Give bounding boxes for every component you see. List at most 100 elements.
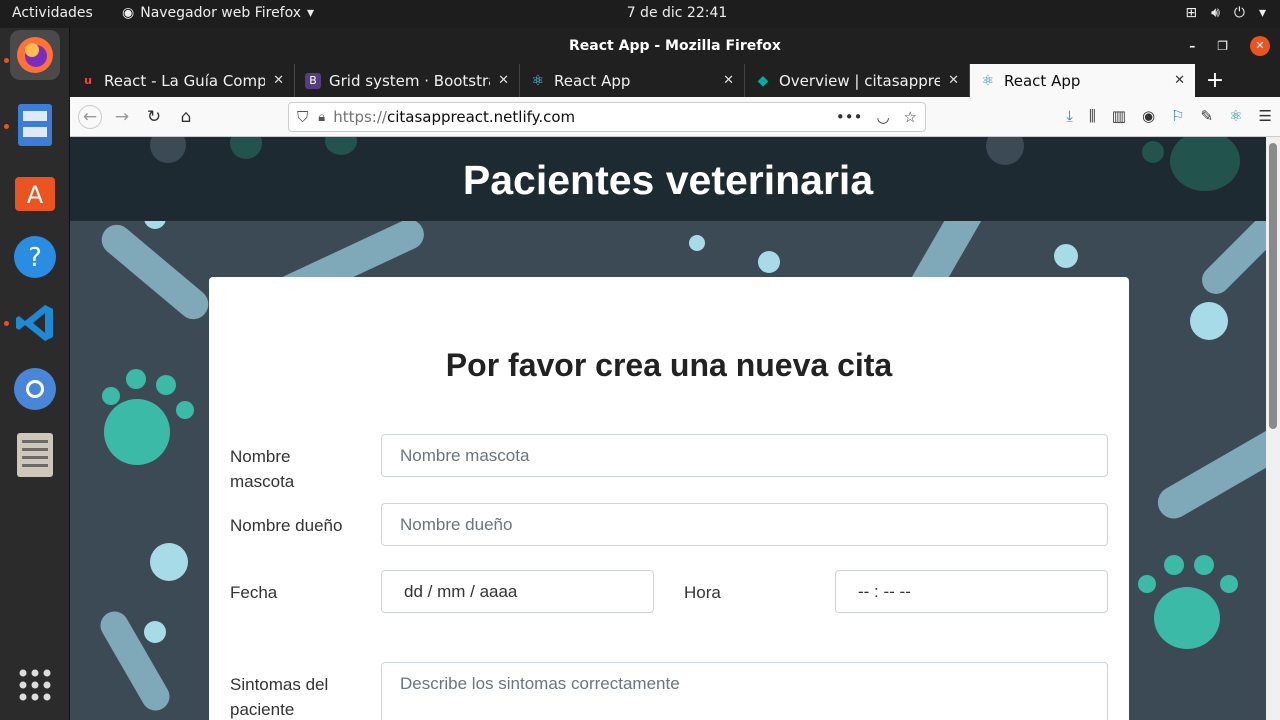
tab-react-app[interactable]: ⚛ React App ✕ [520, 64, 745, 97]
page-title: Pacientes veterinaria [462, 157, 874, 203]
show-applications-button[interactable] [10, 660, 60, 710]
bookmark-star-icon[interactable]: ☆ [904, 108, 917, 126]
close-icon[interactable]: ✕ [1250, 36, 1270, 56]
react-icon: ⚛ [981, 72, 995, 89]
tab-label: React App [554, 71, 631, 90]
minimize-icon[interactable]: – [1189, 28, 1195, 64]
lock-icon[interactable]: 🔒︎ [318, 110, 325, 125]
navigation-toolbar: ← → ↻ ⌂ ⛉ 🔒︎ https:// citasappreact.netl… [70, 97, 1280, 137]
symptoms-textarea[interactable]: Describe los sintomas correctamente [381, 662, 1108, 720]
dock-vscode[interactable] [10, 298, 60, 348]
dot-decoration [689, 235, 705, 251]
scrollbar-thumb[interactable] [1269, 143, 1277, 429]
tab-netlify-overview[interactable]: ◆ Overview | citasappreact ✕ [745, 64, 970, 97]
tab-react-app-active[interactable]: ⚛ React App ✕ [970, 64, 1195, 97]
pet-name-input[interactable]: Nombre mascota [381, 434, 1108, 477]
react-icon: ⚛ [531, 72, 545, 89]
date-input[interactable]: dd / mm / aaaa [381, 570, 654, 613]
page-scrollbar[interactable] [1266, 137, 1280, 720]
text-editor-icon [17, 433, 53, 477]
running-indicator [4, 124, 9, 129]
file-cabinet-icon [18, 104, 52, 146]
new-tab-button[interactable]: + [1195, 64, 1235, 97]
close-tab-icon[interactable]: ✕ [723, 73, 734, 88]
svg-text:?: ? [28, 243, 42, 273]
home-icon[interactable]: ⌂ [174, 105, 198, 129]
eyedropper-icon[interactable]: ✎ [1201, 107, 1214, 125]
dock-software[interactable]: A [10, 166, 60, 216]
bone-decoration [95, 606, 175, 716]
system-tray[interactable]: ⊞ 🔊︎ ⏻ ▾ [1185, 5, 1266, 21]
page-header: Pacientes veterinaria [70, 137, 1266, 221]
pocket-icon[interactable]: ◡ [876, 108, 889, 126]
netlify-icon: ◆ [757, 72, 769, 89]
firefox-window: React App - Mozilla Firefox – ❐ ✕ u Reac… [70, 28, 1280, 720]
forward-icon[interactable]: → [110, 105, 134, 129]
form-title: Por favor crea una nueva cita [445, 347, 893, 383]
dock-files[interactable] [10, 100, 60, 150]
app-grid-icon [19, 669, 51, 701]
volume-icon: 🔊︎ [1211, 5, 1220, 21]
software-center-icon: A [15, 177, 55, 211]
clock[interactable]: 7 de dic 22:41 [0, 5, 1280, 21]
back-icon[interactable]: ← [78, 105, 102, 129]
running-indicator [4, 58, 9, 63]
owner-name-label: Nombre dueño [230, 516, 343, 535]
close-tab-icon[interactable]: ✕ [948, 73, 959, 88]
appointment-form-card: Por favor crea una nueva cita Nombre mas… [209, 277, 1129, 720]
bone-decoration [95, 218, 215, 326]
url-bar[interactable]: ⛉ 🔒︎ https:// citasappreact.netlify.com … [288, 102, 926, 132]
bootstrap-icon: B [305, 72, 321, 89]
symptoms-label: Sintomas del paciente [230, 675, 329, 719]
close-tab-icon[interactable]: ✕ [273, 73, 284, 88]
udemy-icon: u [84, 74, 92, 87]
tab-react-guia[interactable]: u React - La Guía Completa ✕ [70, 64, 295, 97]
react-devtools-icon[interactable]: ⚛ [1229, 107, 1242, 125]
power-icon: ⏻ [1233, 5, 1245, 21]
dock-firefox[interactable] [10, 30, 60, 80]
dot-decoration [1190, 302, 1228, 340]
paw-decoration [230, 137, 262, 159]
tab-label: Grid system · Bootstrap [329, 71, 491, 90]
sidebar-icon[interactable]: ▥ [1112, 107, 1126, 125]
owner-name-input[interactable]: Nombre dueño [381, 503, 1108, 546]
dot-decoration [150, 543, 188, 581]
translate-icon[interactable]: ⚐ [1171, 107, 1184, 125]
help-icon: ? [14, 236, 56, 278]
page-viewport: Pacientes veterinaria Por favor crea una… [70, 137, 1266, 720]
close-tab-icon[interactable]: ✕ [1174, 73, 1185, 88]
chevron-down-icon: ▾ [1258, 5, 1266, 21]
tab-label: Overview | citasappreact [779, 71, 940, 90]
dock-help[interactable]: ? [10, 232, 60, 282]
dot-decoration [144, 621, 166, 643]
svg-text:A: A [27, 181, 44, 209]
dot-decoration [758, 251, 780, 273]
bone-decoration [1152, 421, 1266, 525]
dock-text-editor[interactable] [10, 430, 60, 480]
dock-chromium[interactable] [10, 364, 60, 414]
maximize-icon[interactable]: ❐ [1217, 28, 1228, 64]
window-titlebar[interactable]: React App - Mozilla Firefox – ❐ ✕ [70, 28, 1280, 64]
dock: A ? [0, 28, 70, 720]
pet-name-label: Nombre mascota [230, 447, 295, 491]
library-icon[interactable]: ⫼ [1089, 107, 1096, 125]
paw-decoration [1136, 551, 1246, 651]
tab-bootstrap-grid[interactable]: B Grid system · Bootstrap ✕ [295, 64, 520, 97]
page-actions-icon[interactable]: ••• [836, 108, 863, 126]
menu-icon[interactable]: ☰ [1259, 107, 1272, 125]
close-tab-icon[interactable]: ✕ [498, 73, 509, 88]
url-protocol: https:// [333, 108, 387, 126]
firefox-icon [17, 37, 53, 73]
time-label: Hora [684, 583, 721, 602]
shield-icon[interactable]: ⛉ [297, 108, 308, 126]
tab-label: React App [1004, 71, 1081, 90]
tab-label: React - La Guía Completa [104, 71, 266, 90]
time-input[interactable]: -- : -- -- [835, 570, 1108, 613]
reload-icon[interactable]: ↻ [142, 105, 166, 129]
account-icon[interactable]: ◉ [1142, 107, 1155, 125]
running-indicator [4, 321, 9, 326]
download-icon[interactable]: ⤓ [1066, 107, 1073, 125]
vscode-icon [16, 305, 53, 341]
network-icon: ⊞ [1185, 5, 1198, 21]
window-title: React App - Mozilla Firefox [569, 38, 781, 54]
